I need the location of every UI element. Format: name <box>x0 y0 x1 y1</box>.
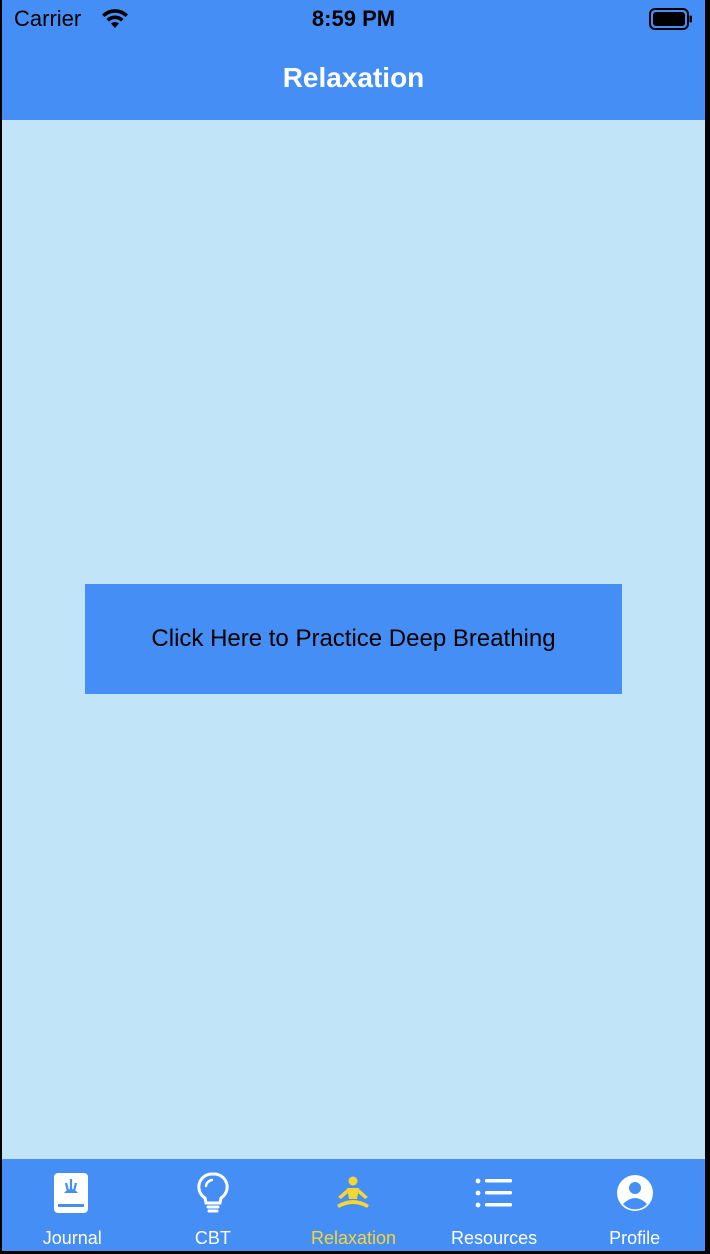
tab-bar: Journal CBT Relaxation Resources Profile <box>2 1159 705 1251</box>
tab-resources[interactable]: Resources <box>424 1159 565 1251</box>
tab-resources-label: Resources <box>451 1228 538 1248</box>
deep-breathing-button[interactable]: Click Here to Practice Deep Breathing <box>85 584 622 694</box>
battery-icon <box>649 8 692 30</box>
tab-relaxation[interactable]: Relaxation <box>283 1159 424 1251</box>
main-content: Click Here to Practice Deep Breathing <box>2 120 705 1159</box>
list-icon <box>472 1171 516 1215</box>
tab-cbt-label: CBT <box>194 1228 231 1248</box>
header: Carrier 8:59 PM Relaxation <box>2 0 705 120</box>
tab-relaxation-label: Relaxation <box>310 1228 397 1248</box>
page-title: Relaxation <box>282 62 425 93</box>
journal-book-icon <box>50 1171 94 1215</box>
tab-profile-label: Profile <box>609 1228 661 1248</box>
tab-profile[interactable]: Profile <box>564 1159 705 1251</box>
status-time: 8:59 PM <box>311 6 396 31</box>
tab-journal[interactable]: Journal <box>2 1159 143 1251</box>
tab-cbt[interactable]: CBT <box>143 1159 284 1251</box>
app-screen: Carrier 8:59 PM Relaxation Click Here to… <box>2 0 705 1251</box>
meditation-icon <box>331 1171 375 1215</box>
profile-icon <box>613 1171 657 1215</box>
tab-journal-label: Journal <box>42 1228 102 1248</box>
status-bar: Carrier 8:59 PM <box>2 0 705 40</box>
lightbulb-icon <box>191 1171 235 1215</box>
